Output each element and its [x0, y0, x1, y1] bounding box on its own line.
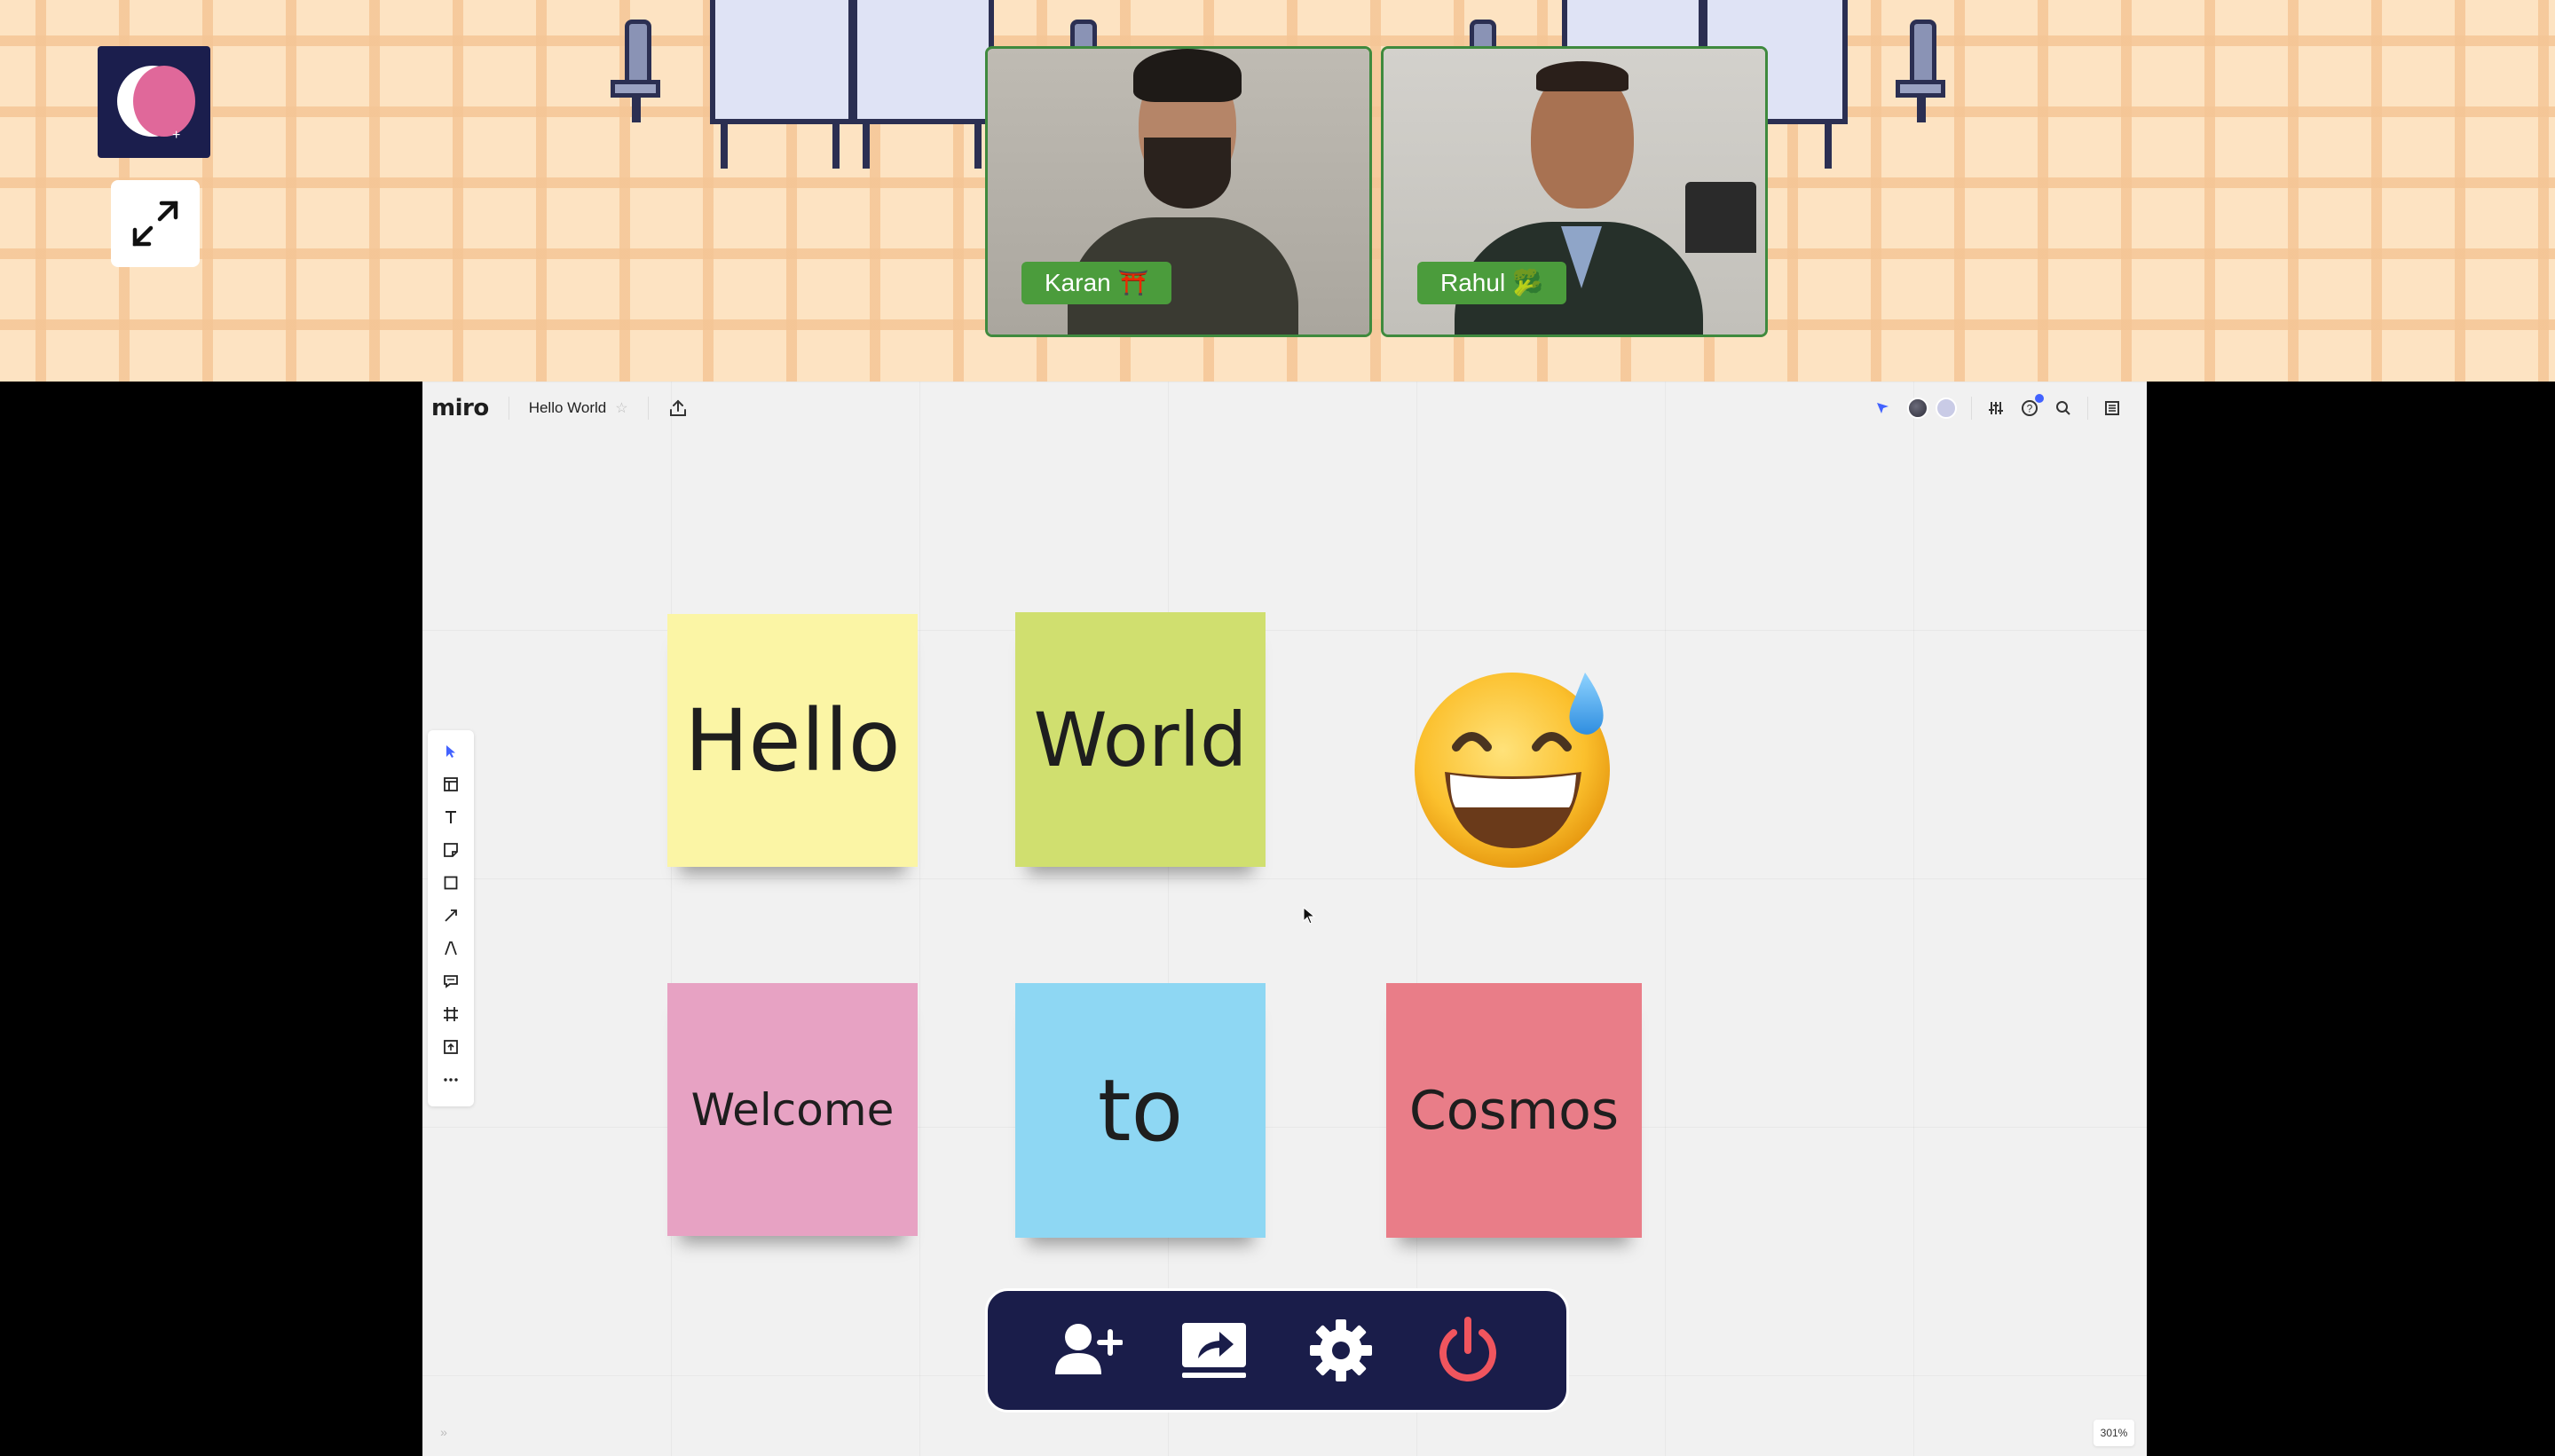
text-icon: [446, 811, 456, 823]
board-right-tools: ?: [1873, 390, 2122, 426]
sticky-note-world[interactable]: World: [1015, 612, 1266, 867]
settings-sliders-icon[interactable]: [1986, 398, 2006, 418]
search-icon[interactable]: [2054, 398, 2073, 418]
svg-text:?: ?: [2027, 403, 2033, 415]
miro-board-canvas[interactable]: miro Hello World ☆ ? Hello World Welcome…: [422, 382, 2147, 1456]
zoom-level[interactable]: 301%: [2094, 1420, 2134, 1446]
shape-tool[interactable]: [440, 874, 461, 892]
collaborator-avatar[interactable]: [1936, 397, 1957, 419]
export-icon[interactable]: [668, 398, 688, 418]
frame-icon: [444, 1007, 458, 1021]
expand-icon: [132, 201, 178, 247]
sticky-note-cosmos[interactable]: Cosmos: [1386, 983, 1642, 1238]
participant-name-tag: Karan ⛩️: [1021, 262, 1172, 304]
collapse-panel-toggle[interactable]: »: [430, 1418, 458, 1446]
help-icon[interactable]: ?: [2020, 394, 2044, 418]
virtual-office-scene: + Karan ⛩️ Rahul 🥦: [0, 0, 2555, 382]
grinning-face-with-sweat-emoji[interactable]: [1408, 648, 1629, 870]
cursor-arrow-icon: [446, 745, 455, 758]
sticky-note-text: to: [1097, 1060, 1184, 1161]
more-icon: [444, 1078, 458, 1082]
video-tile-rahul[interactable]: Rahul 🥦: [1381, 46, 1768, 337]
square-icon: [444, 876, 458, 890]
miro-topbar: miro Hello World ☆: [431, 382, 688, 435]
sticky-note-icon: [444, 843, 458, 857]
connection-line-tool[interactable]: [440, 907, 461, 925]
select-tool[interactable]: [440, 743, 461, 760]
desk-sprite: [710, 0, 854, 124]
invite-button[interactable]: [1047, 1310, 1127, 1390]
upload-tool[interactable]: [440, 1038, 461, 1056]
sticky-note-text: Hello: [684, 690, 901, 791]
settings-button[interactable]: [1301, 1310, 1381, 1390]
template-icon: [444, 777, 458, 791]
power-icon: [1439, 1317, 1496, 1381]
share-screen-icon: [1181, 1323, 1246, 1378]
star-icon[interactable]: ☆: [615, 399, 627, 417]
pen-tool[interactable]: [440, 940, 461, 957]
sticky-note-text: Cosmos: [1408, 1079, 1620, 1142]
sticky-note-text: Welcome: [690, 1083, 895, 1136]
frame-tool[interactable]: [440, 1005, 461, 1023]
chair-sprite: [1890, 9, 1952, 124]
desk-sprite: [852, 0, 994, 124]
expand-button[interactable]: [111, 180, 200, 267]
mouse-cursor-icon: [1303, 907, 1315, 925]
collaborator-avatar[interactable]: [1907, 397, 1928, 419]
sticky-note-welcome[interactable]: Welcome: [667, 983, 918, 1236]
add-user-icon: [1054, 1324, 1123, 1374]
leave-button[interactable]: [1428, 1310, 1508, 1390]
sticky-note-text: World: [1033, 696, 1248, 783]
sticky-note-hello[interactable]: Hello: [667, 614, 918, 867]
gear-icon: [1309, 1319, 1372, 1381]
call-controls-bar: [985, 1288, 1569, 1413]
miro-logo[interactable]: miro: [431, 395, 489, 421]
more-tools[interactable]: [440, 1071, 461, 1089]
participant-name-tag: Rahul 🥦: [1417, 262, 1566, 304]
app-logo[interactable]: +: [98, 46, 210, 158]
sticky-note-tool[interactable]: [440, 841, 461, 859]
templates-tool[interactable]: [440, 775, 461, 793]
chair-sprite: [605, 9, 667, 124]
arrow-line-icon: [445, 909, 457, 922]
notification-dot: [2035, 394, 2044, 403]
share-screen-button[interactable]: [1174, 1310, 1254, 1390]
video-tile-karan[interactable]: Karan ⛩️: [985, 46, 1372, 337]
comment-tool[interactable]: [440, 972, 461, 990]
creation-toolbar: [428, 730, 474, 1106]
board-name[interactable]: Hello World: [529, 399, 607, 417]
board-menu-icon[interactable]: [2102, 398, 2122, 418]
pen-icon: [445, 941, 457, 956]
sticky-note-to[interactable]: to: [1015, 983, 1266, 1238]
upload-icon: [444, 1040, 458, 1054]
comment-icon: [444, 975, 458, 988]
collaborator-cursor-icon[interactable]: [1873, 398, 1893, 418]
text-tool[interactable]: [440, 808, 461, 826]
